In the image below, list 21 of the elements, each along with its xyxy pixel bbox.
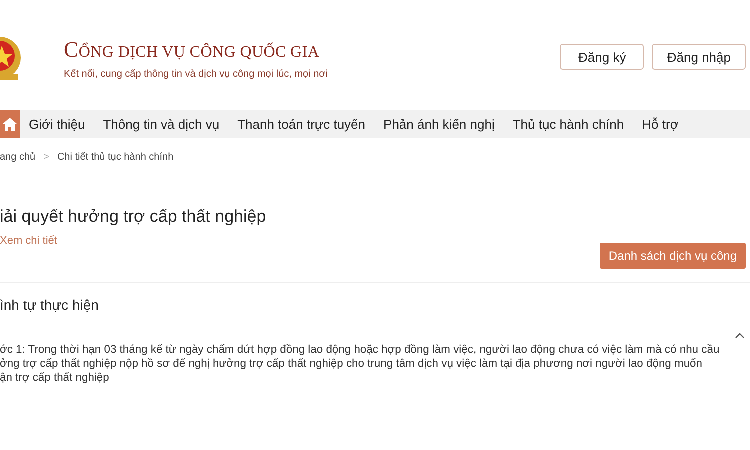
procedure-title: iải quyết hưởng trợ cấp thất nghiệp xyxy=(0,207,268,227)
nav-item[interactable]: Hỗ trợ xyxy=(633,110,688,138)
home-button[interactable] xyxy=(0,110,20,138)
site-title: CỔNG DỊCH VỤ CÔNG QUỐC GIA xyxy=(64,36,321,62)
breadcrumb-link[interactable]: Chi tiết thủ tục hành chính xyxy=(57,152,174,163)
nav-item[interactable]: Thông tin và dịch vụ xyxy=(94,110,229,138)
nav-item[interactable]: Phản ánh kiến nghị xyxy=(374,110,504,138)
step-text-line: ận trợ cấp thất nghiệp xyxy=(0,371,110,385)
site-tagline: Kết nối, cung cấp thông tin và dịch vụ công mọi lúc, mọi nơi xyxy=(64,68,328,80)
home-icon xyxy=(3,118,17,130)
auth-button[interactable]: Đăng ký xyxy=(560,44,644,70)
chevron-up-icon[interactable] xyxy=(735,333,745,339)
nav-item[interactable]: Thanh toán trực tuyến xyxy=(228,110,375,138)
nav-item[interactable]: Giới thiệu xyxy=(20,110,94,138)
section-heading: ình tự thực hiện xyxy=(0,297,100,313)
step-text-line: ớc 1: Trong thời hạn 03 tháng kể từ ngày chấm dứt hợp đồng lao động hoặc hợp đồng làm việc, người lao động chưa có việc làm mà có nhu cầu xyxy=(0,343,721,357)
nav-item[interactable]: Thủ tục hành chính xyxy=(504,110,634,138)
step-text-line: ởng trợ cấp thất nghiệp nộp hồ sơ để nghị hưởng trợ cấp thất nghiệp cho trung tâm dịch vụ việc làm tại địa phương nơi người lao động muốn xyxy=(0,357,704,371)
breadcrumb-link[interactable]: ang chủ xyxy=(0,152,36,163)
auth-button[interactable]: Đăng nhập xyxy=(652,44,746,70)
breadcrumb-separator: > xyxy=(44,152,50,163)
